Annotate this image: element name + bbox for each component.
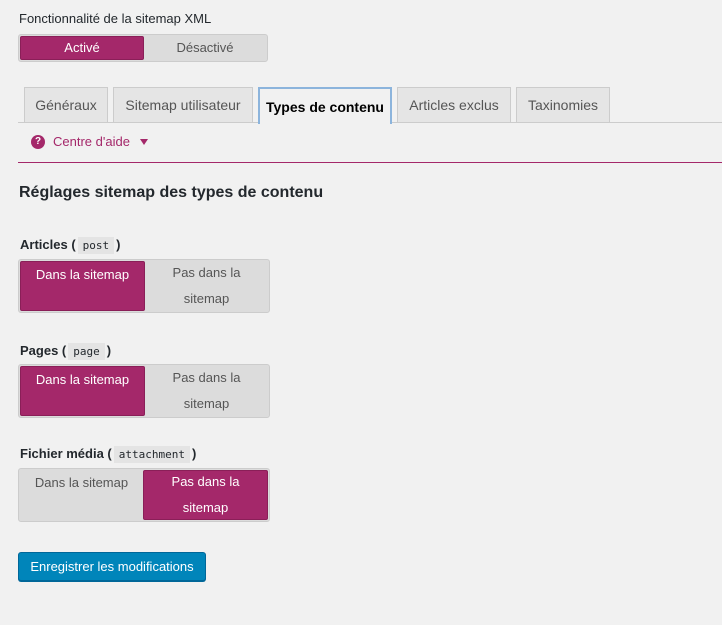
in-sitemap-option[interactable]: Dans la sitemap [20,470,143,520]
content-type-slug: page [68,343,105,360]
not-in-sitemap-option[interactable]: Pas dans la sitemap [143,470,268,520]
settings-page: Fonctionnalité de la sitemap XML Activé … [0,0,722,625]
content-type-switch-attachment: Dans la sitemap Pas dans la sitemap [18,468,270,522]
content-type-slug: attachment [113,446,190,463]
tab-generaux[interactable]: Généraux [24,87,108,122]
section-title: Réglages sitemap des types de contenu [19,184,324,201]
content-type-label-post: Articles (post) [20,237,121,254]
not-in-sitemap-option[interactable]: Pas dans la sitemap [145,261,268,311]
feature-off-option[interactable]: Désactivé [144,36,266,60]
question-mark-icon: ? [31,134,45,149]
content-type-switch-post: Dans la sitemap Pas dans la sitemap [18,259,270,313]
tab-bar: Généraux Sitemap utilisateur Types de co… [0,87,722,124]
not-in-sitemap-option[interactable]: Pas dans la sitemap [145,366,268,416]
tab-taxinomies[interactable]: Taxinomies [516,87,610,122]
content-type-name: Fichier média [20,446,104,461]
sitemap-feature-label: Fonctionnalité de la sitemap XML [19,11,212,26]
content-type-slug: post [77,237,115,254]
help-divider [18,162,722,163]
tab-sitemap-utilisateur[interactable]: Sitemap utilisateur [113,87,253,122]
sitemap-feature-switch: Activé Désactivé [18,34,268,62]
caret-down-icon [139,138,148,145]
in-sitemap-option[interactable]: Dans la sitemap [20,261,145,311]
tab-types-de-contenu[interactable]: Types de contenu [258,87,392,124]
content-type-switch-page: Dans la sitemap Pas dans la sitemap [18,364,270,418]
in-sitemap-option[interactable]: Dans la sitemap [20,366,145,416]
content-type-label-attachment: Fichier média (attachment) [20,446,197,463]
help-center-label: Centre d'aide [53,134,130,149]
tab-articles-exclus[interactable]: Articles exclus [397,87,511,122]
content-type-name: Pages [20,343,59,358]
content-type-name: Articles [20,237,68,252]
help-center-toggle[interactable]: ? Centre d'aide [31,134,148,149]
save-changes-button[interactable]: Enregistrer les modifications [18,552,206,581]
content-type-label-page: Pages (page) [20,343,112,360]
feature-on-option[interactable]: Activé [20,36,144,60]
